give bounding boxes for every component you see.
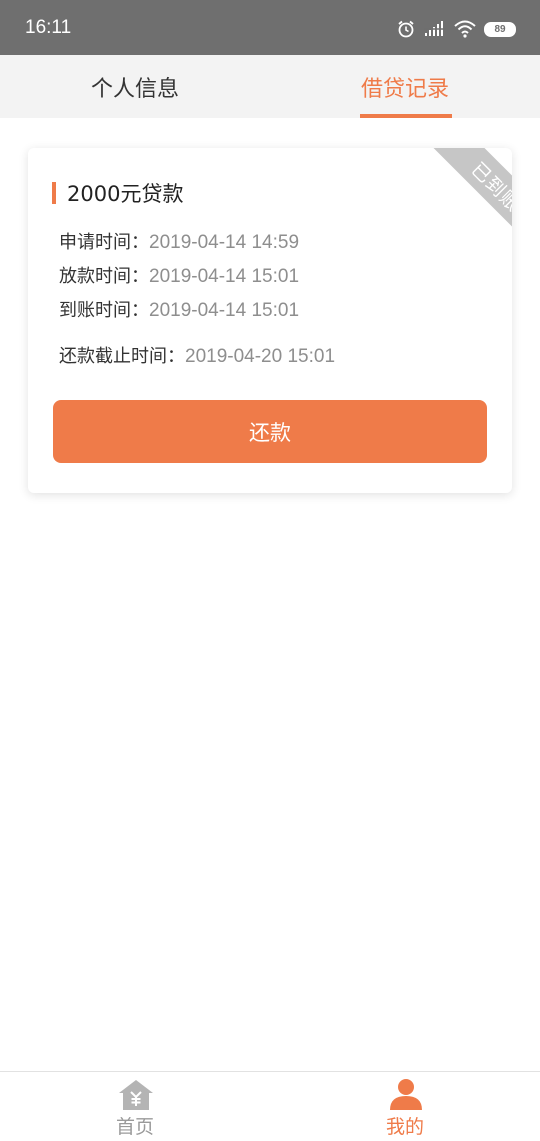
disburse-time-value: 2019-04-14 15:01 [149,266,300,287]
apply-time-row: 申请时间：2019-04-14 14:59 [59,228,299,254]
due-time-value: 2019-04-20 15:01 [185,346,336,367]
title-accent-bar [52,182,56,204]
nav-home[interactable]: 首页 [0,1072,270,1141]
nav-mine-label: 我的 [385,1116,424,1138]
user-icon [390,1079,422,1110]
due-time-label: 还款截止时间： [59,346,185,367]
arrive-time-value: 2019-04-14 15:01 [149,300,300,321]
loan-title: 2000元贷款 [52,180,183,206]
arrive-time-label: 到账时间： [59,300,149,321]
loan-title-text: 2000元贷款 [67,182,184,206]
apply-time-value: 2019-04-14 14:59 [149,232,300,253]
arrive-time-row: 到账时间：2019-04-14 15:01 [59,296,299,322]
due-time-row: 还款截止时间：2019-04-20 15:01 [59,342,335,368]
active-tab-indicator [360,114,452,118]
status-ribbon-label: 已到账 [427,148,512,256]
repay-button[interactable]: 还款 [53,400,487,463]
status-ribbon: 已到账 [402,148,512,258]
tab-personal-info[interactable]: 个人信息 [0,55,270,118]
nav-mine[interactable]: 我的 [270,1072,540,1141]
nav-home-label: 首页 [115,1116,154,1138]
apply-time-label: 申请时间： [59,232,149,253]
status-bar: 16:11 89 [0,0,540,55]
tab-bar: 个人信息 借贷记录 [0,55,540,118]
wifi-icon [454,20,476,38]
loan-record-card: 已到账 2000元贷款 申请时间：2019-04-14 14:59 放款时间：2… [28,148,512,493]
alarm-icon [398,20,414,38]
tab-loan-records[interactable]: 借贷记录 [270,55,540,118]
home-icon [119,1080,153,1110]
disburse-time-label: 放款时间： [59,266,149,287]
signal-icon [424,21,446,36]
battery-icon: 89 [484,21,516,37]
disburse-time-row: 放款时间：2019-04-14 15:01 [59,262,299,288]
status-time: 16:11 [25,17,72,38]
bottom-nav: 首页 我的 [0,1071,540,1140]
status-icons: 89 [396,17,516,41]
